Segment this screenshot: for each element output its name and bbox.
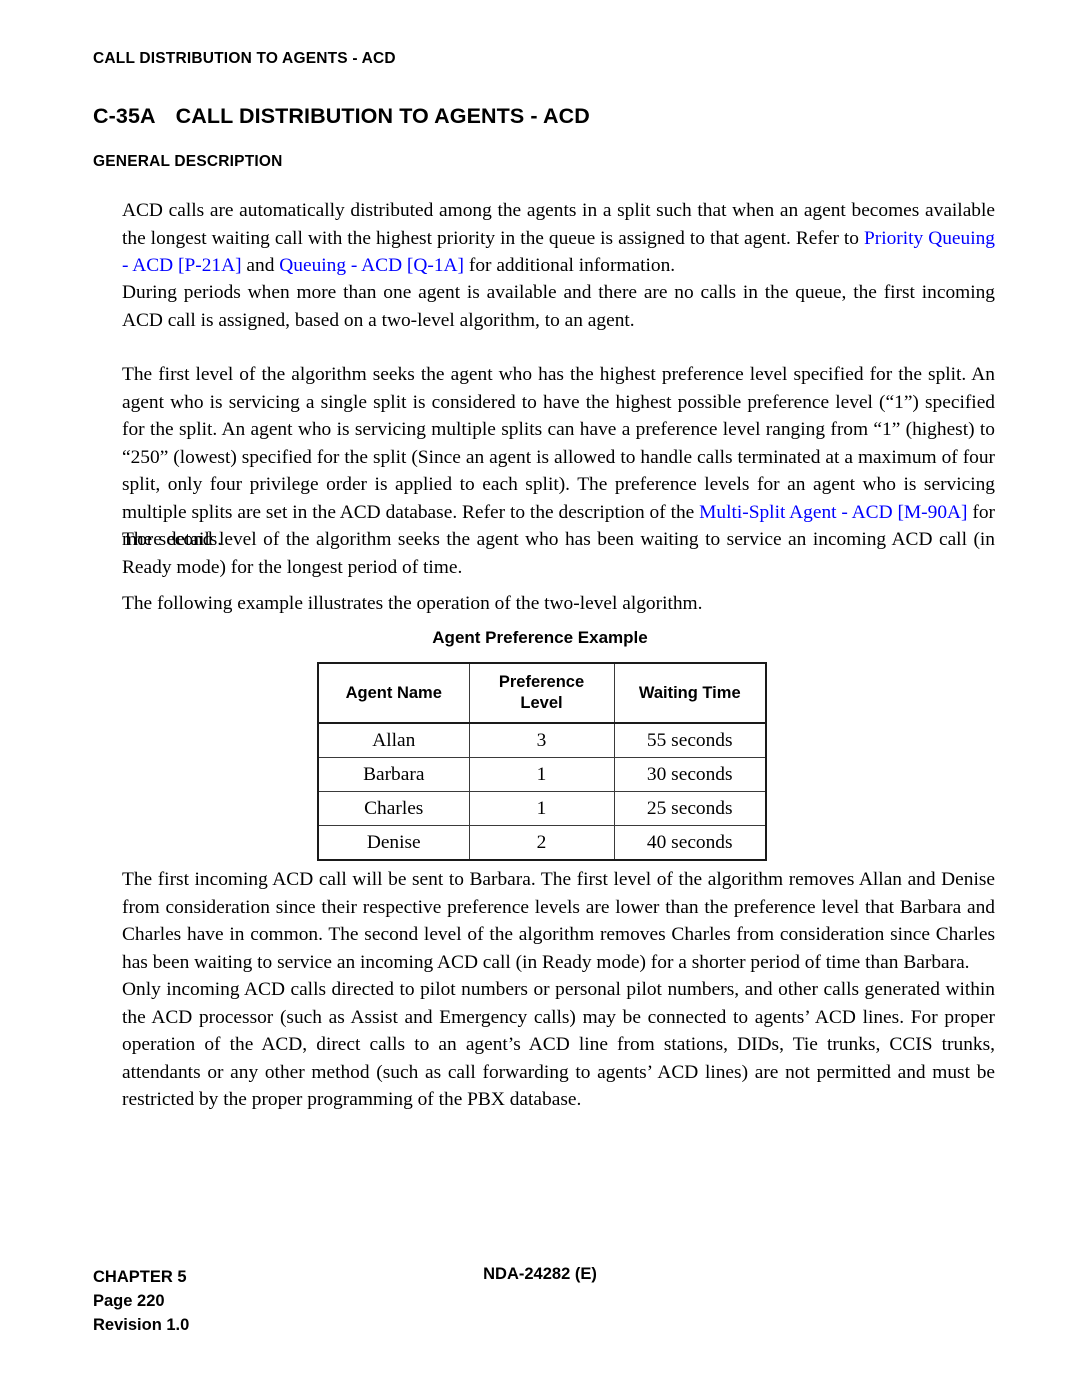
table-row: Allan 3 55 seconds [318,723,766,758]
subheading-general-description: GENERAL DESCRIPTION [93,153,283,170]
column-header-text: Level [520,694,563,712]
column-header-waiting-time: Waiting Time [614,663,766,724]
page-title: C-35A CALL DISTRIBUTION TO AGENTS - ACD [93,104,590,129]
table-row: Denise 2 40 seconds [318,825,766,860]
paragraph-only-incoming-calls: Only incoming ACD calls directed to pilo… [122,979,995,1110]
paragraph-text: The first level of the algorithm seeks t… [122,364,995,523]
column-header-text: Waiting Time [638,683,741,702]
cell-waiting-time: 40 seconds [646,831,733,853]
cell-agent-name: Charles [318,791,470,826]
section-number: C-35A [93,104,156,128]
agent-preference-table: Agent Name Preference Level Waiting Time … [317,662,767,861]
cell-agent-name: Allan [318,723,470,758]
column-header-text: Agent Name [345,683,442,702]
table-row: Barbara 1 30 seconds [318,757,766,792]
table-caption: Agent Preference Example [432,628,648,647]
cell-preference-level: 1 [469,757,615,792]
column-header-preference-level: Preference Level [469,663,615,724]
column-header-text: Preference [498,673,585,691]
cell-preference-level: 1 [469,791,615,826]
paragraph-intro: ACD calls are automatically distributed … [122,197,995,280]
footer-page-number: Page 220 [93,1292,165,1310]
footer-revision: Revision 1.0 [93,1316,190,1334]
link-queuing-acd[interactable]: Queuing - ACD [Q-1A] [279,255,464,276]
paragraph-first-incoming-call: The first incoming ACD call will be sent… [122,869,995,973]
table-header-row: Agent Name Preference Level Waiting Time [318,663,766,724]
cell-preference-level: 2 [469,825,615,860]
cell-waiting-time: 30 seconds [614,757,766,792]
paragraph-second-level: The second level of the algorithm seeks … [122,529,995,578]
paragraph-first-level: The first level of the algorithm seeks t… [122,361,995,554]
running-head: CALL DISTRIBUTION TO AGENTS - ACD [93,50,396,67]
paragraph-following-example: The following example illustrates the op… [122,593,703,614]
cell-waiting-time: 55 seconds [614,723,766,758]
link-multi-split-agent-acd[interactable]: Multi-Split Agent - ACD [M-90A] [699,502,967,523]
table-row: Charles 1 25 seconds [318,791,766,826]
cell-agent-name: Denise [318,825,470,860]
cell-agent-name: Barbara [318,757,470,792]
cell-waiting-time: 25 seconds [614,791,766,826]
section-title: CALL DISTRIBUTION TO AGENTS - ACD [175,104,590,128]
footer-document-number: NDA-24282 (E) [483,1265,597,1283]
document-page: CALL DISTRIBUTION TO AGENTS - ACD C-35A C… [0,0,1080,1397]
column-header-agent-name: Agent Name [318,663,470,724]
paragraph-during-periods: During periods when more than one agent … [122,282,995,331]
agent-preference-table-wrap: Agent Name Preference Level Waiting Time … [317,662,767,861]
cell-preference-level: 3 [469,723,615,758]
paragraph-text: and [241,255,280,276]
paragraph-text: for additional information. [464,255,676,276]
